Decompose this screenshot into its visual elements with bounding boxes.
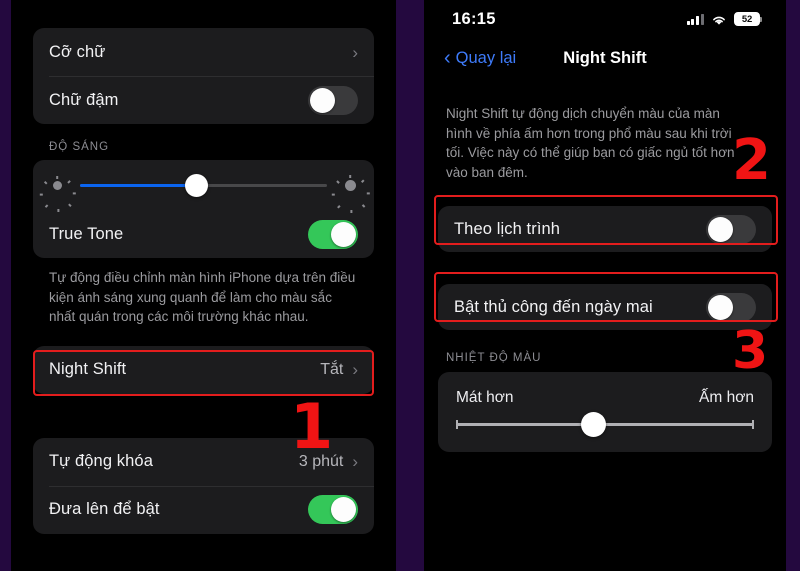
status-clock: 16:15 [452, 9, 496, 28]
scheduled-toggle[interactable] [706, 214, 756, 244]
color-temp-labels: Mát hơn Ấm hơn [456, 389, 754, 407]
brightness-section-header: ĐỘ SÁNG [49, 141, 110, 153]
chevron-left-icon: ‹ [444, 47, 451, 69]
raise-to-wake-toggle[interactable] [308, 495, 358, 525]
bold-text-toggle[interactable] [308, 85, 358, 115]
color-temp-warmer-label: Ấm hơn [699, 389, 754, 407]
panel-divider [396, 0, 424, 571]
wifi-icon [711, 13, 727, 25]
battery-percent: 52 [741, 13, 753, 25]
color-temp-cooler-label: Mát hơn [456, 389, 514, 407]
schedule-card: Theo lịch trình [438, 206, 772, 253]
annotation-number-2: 2 [732, 128, 771, 193]
manual-card: Bật thủ công đến ngày mai [438, 284, 772, 331]
row-raise-to-wake[interactable]: Đưa lên để bật [33, 485, 374, 534]
row-raise-to-wake-label: Đưa lên để bật [49, 500, 160, 519]
row-true-tone-label: True Tone [49, 224, 124, 243]
row-font-size-label: Cỡ chữ [49, 42, 106, 61]
toggle-knob [331, 221, 356, 247]
row-true-tone[interactable]: True Tone [33, 210, 374, 258]
toggle-knob [331, 497, 356, 523]
right-phone-screen: 16:15 52 ‹ Quay lại Night Shift Night Sh… [424, 0, 786, 571]
toggle-knob [310, 87, 335, 113]
row-auto-lock-label: Tự động khóa [49, 452, 153, 471]
brightness-slider-fill [80, 183, 197, 187]
nav-bar: ‹ Quay lại Night Shift [424, 38, 786, 78]
row-night-shift-label: Night Shift [49, 360, 127, 379]
row-manual-until-tomorrow-label: Bật thủ công đến ngày mai [454, 297, 653, 316]
back-button[interactable]: ‹ Quay lại [444, 48, 516, 68]
row-bold-text-label: Chữ đậm [49, 90, 119, 109]
back-button-label: Quay lại [455, 48, 517, 67]
status-indicators: 52 [686, 12, 763, 26]
chevron-right-icon: › [352, 452, 358, 472]
left-phone-screen: Cỡ chữ › Chữ đậm ĐỘ SÁNG True Tone Tự độ… [11, 0, 396, 571]
chevron-right-icon: › [352, 360, 358, 380]
sun-large-icon [331, 175, 370, 213]
brightness-slider-thumb[interactable] [184, 173, 208, 197]
row-manual-until-tomorrow[interactable]: Bật thủ công đến ngày mai [438, 284, 772, 330]
cellular-bars-icon [686, 13, 704, 25]
sun-small-icon [39, 175, 76, 212]
brightness-slider-track[interactable] [80, 173, 327, 197]
color-temp-slider-track[interactable] [456, 412, 754, 438]
annotation-number-3: 3 [732, 321, 769, 381]
night-shift-card: Night Shift Tắt › [33, 345, 374, 394]
color-temperature-card: Mát hơn Ấm hơn [438, 372, 772, 453]
row-font-size[interactable]: Cỡ chữ › [33, 28, 374, 76]
row-night-shift[interactable]: Night Shift Tắt › [33, 346, 374, 394]
row-scheduled[interactable]: Theo lịch trình [438, 206, 772, 252]
true-tone-footnote: Tự động điều chỉnh màn hình iPhone dựa t… [49, 270, 356, 325]
color-temp-slider-thumb[interactable] [580, 412, 606, 438]
row-bold-text[interactable]: Chữ đậm [33, 76, 374, 124]
row-scheduled-label: Theo lịch trình [454, 219, 561, 238]
manual-toggle[interactable] [706, 292, 756, 322]
screenshot-stage: Cỡ chữ › Chữ đậm ĐỘ SÁNG True Tone Tự độ… [0, 0, 800, 571]
text-settings-card: Cỡ chữ › Chữ đậm [33, 28, 374, 124]
battery-icon: 52 [734, 12, 763, 26]
row-night-shift-value: Tắt [320, 360, 344, 378]
brightness-card: True Tone [33, 160, 374, 258]
annotation-number-1: 1 [290, 390, 334, 463]
brightness-slider-row[interactable] [33, 160, 374, 213]
toggle-knob [708, 294, 733, 320]
chevron-right-icon: › [352, 42, 358, 62]
toggle-knob [708, 216, 733, 242]
true-tone-toggle[interactable] [308, 219, 358, 249]
status-bar: 16:15 52 [424, 0, 786, 38]
frame-right-edge [786, 0, 800, 571]
